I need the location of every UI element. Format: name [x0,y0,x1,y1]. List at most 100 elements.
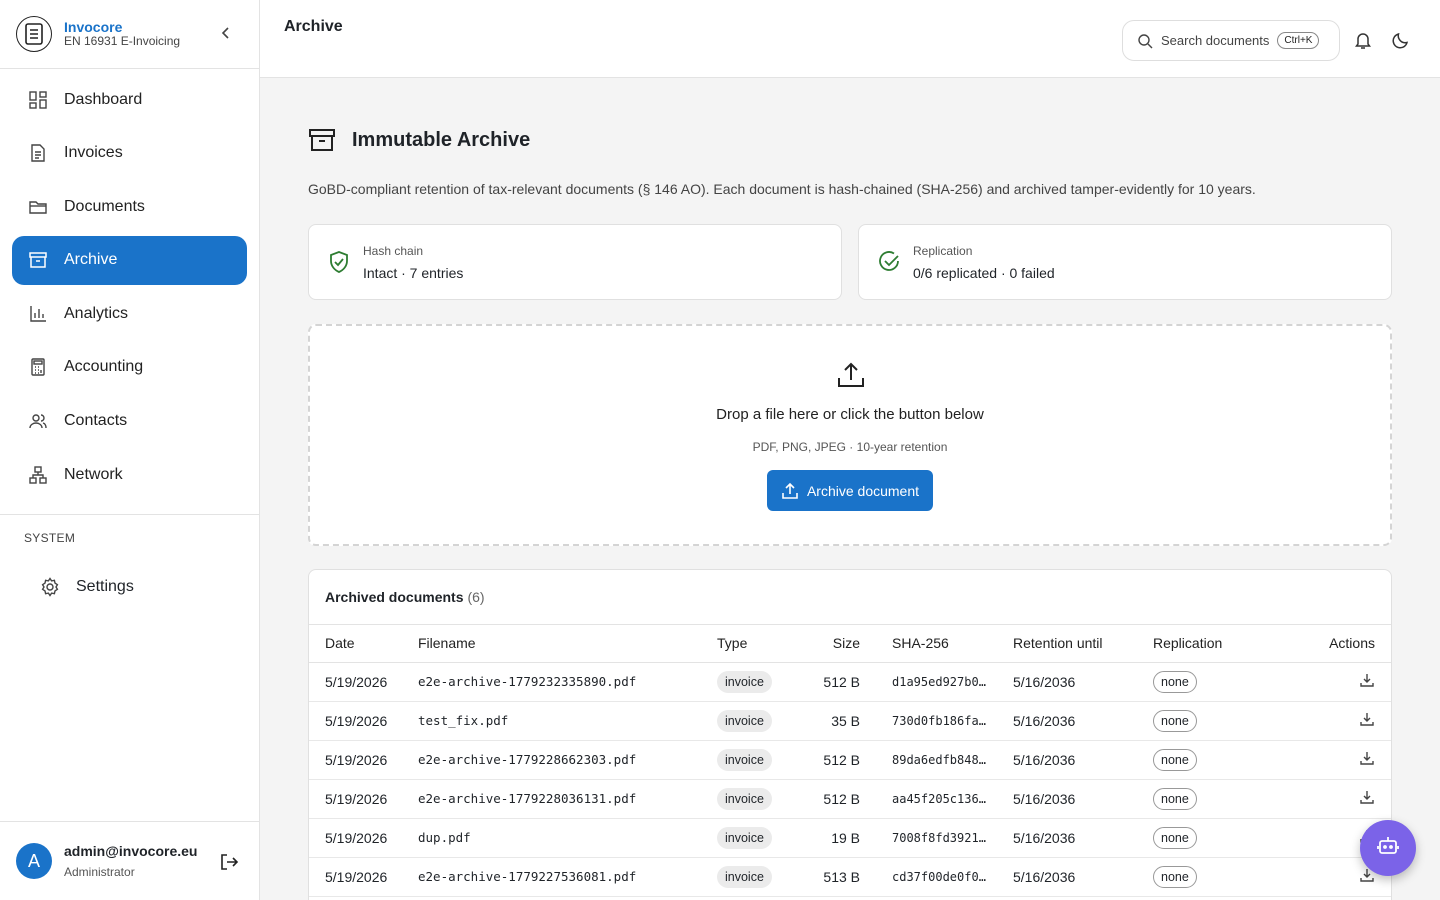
nav-item-label: Invoices [64,144,123,162]
date-cell: 5/19/2026 [309,857,418,897]
filename-cell[interactable]: dup.pdf [418,818,717,858]
nav-item-label: Network [64,465,123,483]
date-cell: 5/19/2026 [309,818,418,858]
upload-icon [781,482,799,500]
actions-cell [1273,740,1391,780]
nav-item-label: Dashboard [64,90,143,108]
sha-cell: cd37f00de0f0… [868,857,1013,897]
table-row[interactable]: 5/19/2026 dup.pdf invoice 19 B 7008f8fd3921…… [309,818,1391,858]
nav-item-archive[interactable]: Archive [12,235,247,285]
size-cell: 512 B [802,662,868,702]
nav-item-network[interactable]: Network [12,450,247,499]
user-email: admin@invocore.eu [64,843,198,859]
download-icon[interactable] [1359,672,1375,688]
archive-document-button[interactable]: Archive document [767,470,933,511]
date-cell: 5/19/2026 [309,701,418,741]
page-title: Archive [284,18,343,35]
calculator-icon [28,357,48,377]
column-header[interactable]: Filename [418,625,717,663]
hash-chain-label: Hash chain [363,243,424,258]
type-badge: invoice [717,709,772,732]
table-header-row: Date Filename Type Size SHA-256 Retentio… [309,625,1391,663]
nav-item-label: Accounting [64,358,144,376]
actions-cell [1273,662,1391,702]
column-header[interactable]: SHA-256 [868,625,1013,663]
size-cell: 35 B [802,701,868,741]
hash-chain-card: Hash chain Intact · 7 entries [308,224,842,300]
replication-cell: none [1153,818,1273,858]
nav-item-accounting[interactable]: Accounting [12,343,247,392]
filename-cell[interactable]: e2e-archive-1779232335890.pdf [418,662,717,702]
nav-item-label: Analytics [64,304,129,322]
check-circle-icon [877,250,901,274]
nav-item-invoices[interactable]: Invoices [12,129,247,178]
nav-item-label: Documents [64,197,145,215]
column-header[interactable]: Retention until [1013,625,1153,663]
replication-badge: none [1153,787,1197,810]
replication-cell: none [1153,857,1273,897]
chevron-left-icon[interactable] [217,24,235,42]
archived-documents-card: Archived documents (6) Date Filename Typ… [308,569,1392,900]
nav-item-analytics[interactable]: Analytics [12,289,247,338]
type-badge: invoice [717,670,772,693]
filename-cell[interactable]: test_fix.pdf [418,701,717,741]
sidebar: Invocore EN 16931 E-Invoicing Dashboard … [0,0,260,900]
file-dropzone[interactable]: Drop a file here or click the button bel… [308,324,1392,546]
type-badge: invoice [717,865,772,888]
table-count: (6) [467,589,485,605]
type-cell: invoice [717,740,802,780]
system-section-label: SYSTEM [24,531,76,545]
documents-table: Date Filename Type Size SHA-256 Retentio… [309,625,1391,897]
nav-item-label: Archive [64,251,118,269]
nav-item-dashboard[interactable]: Dashboard [12,75,247,124]
column-header[interactable]: Replication [1153,625,1273,663]
brand: Invocore EN 16931 E-Invoicing [0,0,259,69]
replication-badge: none [1153,709,1197,732]
actions-cell [1273,701,1391,741]
moon-icon[interactable] [1391,30,1411,50]
replication-badge: none [1153,826,1197,849]
sha-cell: d1a95ed927b0… [868,662,1013,702]
download-icon[interactable] [1359,789,1375,805]
search-input[interactable]: Search documents Ctrl+K [1122,20,1340,61]
column-header[interactable]: Type [717,625,802,663]
folder-icon [28,197,48,217]
nav-item-contacts[interactable]: Contacts [12,397,247,446]
archive-icon [308,126,336,154]
retention-cell: 5/16/2036 [1013,701,1153,741]
date-cell: 5/19/2026 [309,662,418,702]
top-header: Archive Search documents Ctrl+K [260,0,1440,78]
dropzone-text: Drop a file here or click the button bel… [716,406,984,423]
table-row[interactable]: 5/19/2026 e2e-archive-1779228662303.pdf in… [309,740,1391,780]
replication-value: 0/6 replicated · 0 failed [913,264,1055,281]
sha-cell: 730d0fb186fa… [868,701,1013,741]
logout-icon[interactable] [219,852,239,872]
bell-icon[interactable] [1353,30,1373,50]
nav-item-settings[interactable]: Settings [24,563,134,611]
column-header[interactable]: Size [802,625,868,663]
filename-cell[interactable]: e2e-archive-1779228036131.pdf [418,779,717,819]
table-row[interactable]: 5/19/2026 e2e-archive-1779228036131.pdf in… [309,779,1391,819]
replication-label: Replication [913,243,973,258]
filename-cell[interactable]: e2e-archive-1779227536081.pdf [418,857,717,897]
type-cell: invoice [717,662,802,702]
table-row[interactable]: 5/19/2026 e2e-archive-1779232335890.pdf in… [309,662,1391,702]
upload-icon [836,360,866,390]
column-header[interactable]: Date [309,625,418,663]
download-icon[interactable] [1359,711,1375,727]
table-row[interactable]: 5/19/2026 e2e-archive-1779227536081.pdf in… [309,857,1391,897]
table-row[interactable]: 5/19/2026 test_fix.pdf invoice 35 B 730d0fb1… [309,701,1391,741]
download-icon[interactable] [1359,750,1375,766]
avatar[interactable]: A [16,843,52,879]
retention-cell: 5/16/2036 [1013,857,1153,897]
filename-cell[interactable]: e2e-archive-1779228662303.pdf [418,740,717,780]
nav-item-documents[interactable]: Documents [12,182,247,231]
size-cell: 512 B [802,740,868,780]
type-badge: invoice [717,748,772,771]
user-panel: A admin@invocore.eu Administrator [0,821,259,900]
sha-cell: 89da6edfb848… [868,740,1013,780]
column-header: Actions [1273,625,1391,663]
replication-cell: none [1153,701,1273,741]
assistant-bot-button[interactable] [1360,820,1416,876]
replication-badge: none [1153,748,1197,771]
